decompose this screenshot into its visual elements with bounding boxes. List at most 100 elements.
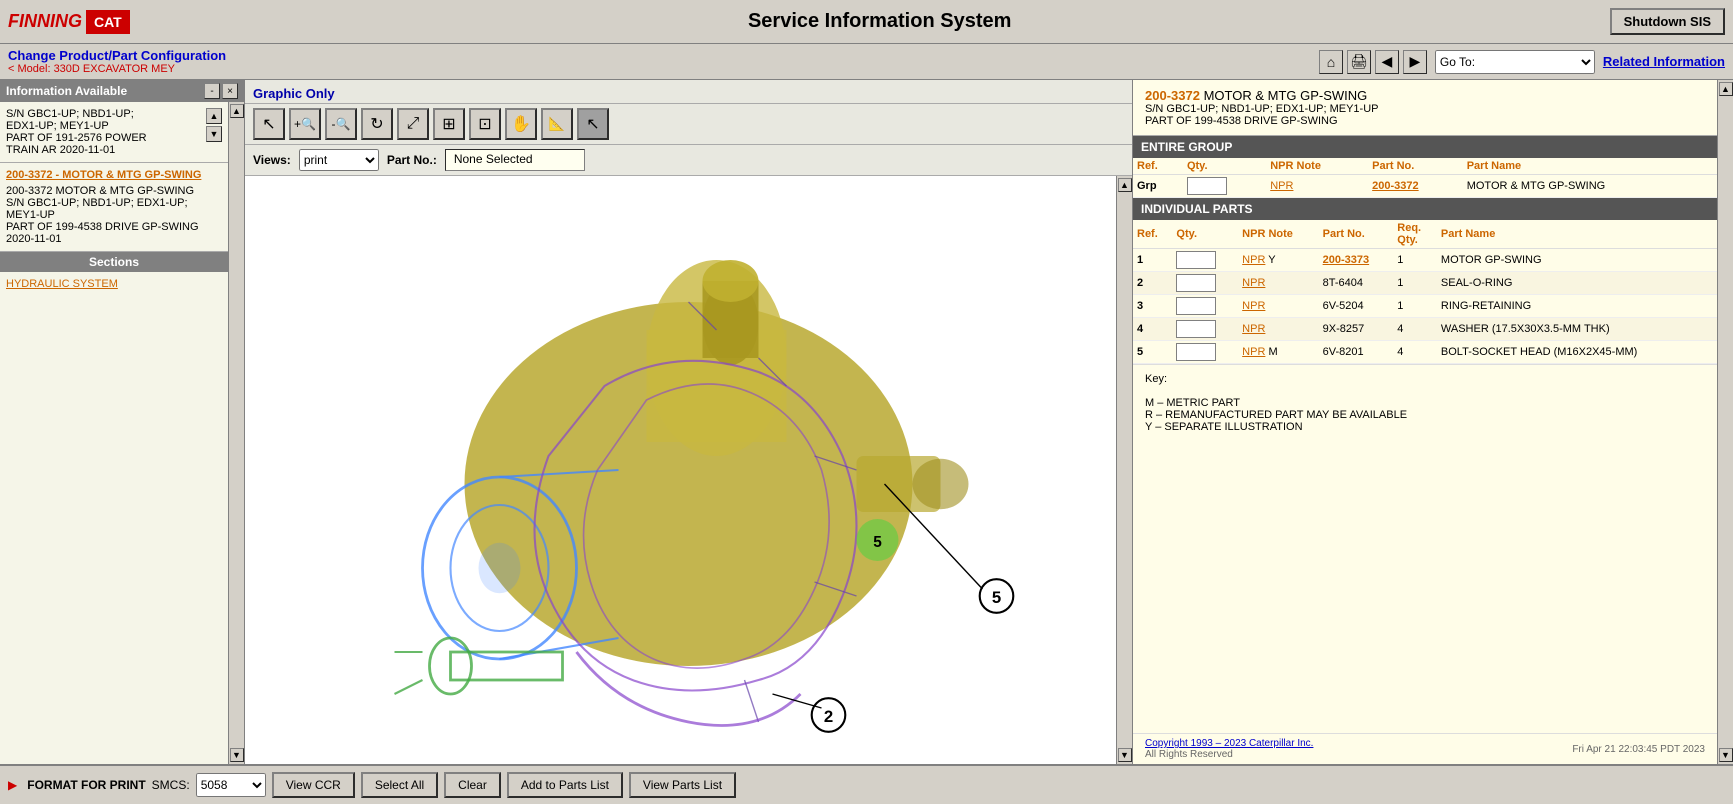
table-row: 3 NPR 6V-5204 1 RING-RETAINING — [1133, 295, 1717, 318]
entire-group-table: Ref. Qty. NPR Note Part No. Part Name Gr… — [1133, 158, 1717, 198]
breadcrumb-area: Change Product/Part Configuration < Mode… — [8, 48, 1311, 75]
clear-button[interactable]: Clear — [444, 772, 501, 798]
key-y: Y – SEPARATE ILLUSTRATION — [1145, 421, 1705, 433]
graphic-only-label: Graphic Only — [245, 80, 1132, 104]
shutdown-sis-button[interactable]: Shutdown SIS — [1610, 8, 1725, 35]
diagram-area[interactable]: 5 2 5 ▲ ▼ — [245, 176, 1132, 764]
close-button[interactable]: × — [222, 83, 238, 99]
table-row: 5 NPR M 6V-8201 4 BOLT-SOCKET HEAD (M16X… — [1133, 341, 1717, 364]
timestamp: Fri Apr 21 22:03:45 PDT 2023 — [1572, 744, 1705, 755]
col-ref: Ref. — [1133, 158, 1183, 175]
partno-label: Part No.: — [387, 153, 437, 167]
left-info-wrapper: S/N GBC1-UP; NBD1-UP; EDX1-UP; MEY1-UP P… — [0, 102, 244, 764]
home-icon-button[interactable]: ⌂ — [1319, 50, 1343, 74]
key-m: M – METRIC PART — [1145, 397, 1705, 409]
partname-cell: BOLT-SOCKET HEAD (M16X2X45-MM) — [1437, 341, 1717, 364]
col-ref: Ref. — [1133, 220, 1172, 249]
ref-cell: 2 — [1133, 272, 1172, 295]
npr-link[interactable]: NPR — [1242, 277, 1265, 289]
right-scroll-down-arrow[interactable]: ▼ — [1719, 748, 1733, 762]
partno-cell: 6V-5204 — [1319, 295, 1394, 318]
copyright-link[interactable]: Copyright 1993 – 2023 Caterpillar Inc. — [1145, 738, 1313, 749]
smcs-select[interactable]: 5058 — [196, 773, 266, 797]
req-qty-cell: 1 — [1393, 249, 1437, 272]
top-info-section: S/N GBC1-UP; NBD1-UP; EDX1-UP; MEY1-UP P… — [0, 102, 228, 163]
related-information-link[interactable]: Related Information — [1603, 54, 1725, 69]
next-button[interactable]: ▶ — [1403, 50, 1427, 74]
grid-button[interactable]: ⊞ — [433, 108, 465, 140]
info-link[interactable]: 200-3372 - MOTOR & MTG GP-SWING — [6, 169, 222, 181]
npr-link[interactable]: NPR — [1270, 180, 1293, 192]
col-partno: Part No. — [1368, 158, 1463, 175]
select-tool-button[interactable]: ↖ — [253, 108, 285, 140]
cursor-button[interactable]: ↖ — [577, 108, 609, 140]
smcs-label: SMCS: — [152, 778, 190, 792]
right-header: 200-3372 MOTOR & MTG GP-SWING S/N GBC1-U… — [1133, 80, 1717, 136]
individual-parts-table: Ref. Qty. NPR Note Part No. Req.Qty. Par… — [1133, 220, 1717, 364]
center-scrollbar[interactable]: ▲ ▼ — [1116, 176, 1132, 764]
col-qty: Qty. — [1183, 158, 1266, 175]
views-row: Views: print Part No.: None Selected — [245, 145, 1132, 176]
rotate-button[interactable]: ↻ — [361, 108, 393, 140]
select-all-button[interactable]: Select All — [361, 772, 438, 798]
views-select[interactable]: print — [299, 149, 379, 171]
qty-input[interactable] — [1176, 297, 1216, 315]
zoom-out-button[interactable]: -🔍 — [325, 108, 357, 140]
npr-link[interactable]: NPR — [1242, 300, 1265, 312]
qty-input[interactable] — [1176, 251, 1216, 269]
add-to-parts-list-button[interactable]: Add to Parts List — [507, 772, 623, 798]
hand-button[interactable]: ✋ — [505, 108, 537, 140]
minimize-button[interactable]: - — [204, 83, 220, 99]
npr-link[interactable]: NPR — [1242, 323, 1265, 335]
table-row: 1 NPR Y 200-3373 1 MOTOR GP-SWING — [1133, 249, 1717, 272]
left-scroll-down-arrow[interactable]: ▼ — [230, 748, 244, 762]
center-scroll-up-arrow[interactable]: ▲ — [1118, 178, 1132, 192]
qty-input[interactable] — [1176, 320, 1216, 338]
fit-button[interactable]: ⤢ — [397, 108, 429, 140]
npr-link[interactable]: NPR — [1242, 254, 1265, 266]
goto-select[interactable]: Go To: — [1435, 50, 1595, 74]
partno-cell: 6V-8201 — [1319, 341, 1394, 364]
npr-cell: NPR — [1238, 272, 1318, 295]
print-icon-button[interactable]: 🖨 — [1347, 50, 1371, 74]
partno-link[interactable]: 200-3373 — [1323, 254, 1370, 266]
scroll-down-button[interactable]: ▼ — [206, 126, 222, 142]
hydraulic-system-link[interactable]: HYDRAULIC SYSTEM — [0, 272, 228, 296]
left-content-area: S/N GBC1-UP; NBD1-UP; EDX1-UP; MEY1-UP P… — [0, 102, 228, 764]
entire-group-header-row: Ref. Qty. NPR Note Part No. Part Name — [1133, 158, 1717, 175]
center-scroll-down-arrow[interactable]: ▼ — [1118, 748, 1132, 762]
qty-input[interactable] — [1176, 343, 1216, 361]
svg-text:5: 5 — [992, 588, 1001, 607]
individual-parts-section: INDIVIDUAL PARTS Ref. Qty. NPR Note Part… — [1133, 198, 1717, 364]
view-parts-list-button[interactable]: View Parts List — [629, 772, 736, 798]
qty-cell — [1183, 175, 1266, 198]
right-scroll-up-arrow[interactable]: ▲ — [1719, 82, 1733, 96]
expand-button[interactable]: ⊡ — [469, 108, 501, 140]
scroll-up-button[interactable]: ▲ — [206, 108, 222, 124]
part-title-line1: 200-3372 MOTOR & MTG GP-SWING — [1145, 88, 1705, 103]
left-scroll-up-arrow[interactable]: ▲ — [230, 104, 244, 118]
entire-group-section: ENTIRE GROUP Ref. Qty. NPR Note Part No.… — [1133, 136, 1717, 198]
npr-cell: NPR — [1238, 318, 1318, 341]
prev-button[interactable]: ◀ — [1375, 50, 1399, 74]
key-label: Key: — [1145, 373, 1705, 385]
partname-cell: MOTOR GP-SWING — [1437, 249, 1717, 272]
model-label: < Model: 330D EXCAVATOR MEY — [8, 63, 1311, 75]
qty-input[interactable] — [1187, 177, 1227, 195]
left-panel: Information Available - × S/N GBC1-UP; N… — [0, 80, 245, 764]
zoom-in-button[interactable]: +🔍 — [289, 108, 321, 140]
measure-button[interactable]: 📐 — [541, 108, 573, 140]
logo-area: FINNING CAT — [8, 10, 130, 34]
qty-input[interactable] — [1176, 274, 1216, 292]
partno-cell: 8T-6404 — [1319, 272, 1394, 295]
partno-value: None Selected — [445, 149, 585, 171]
right-scrollbar[interactable]: ▲ ▼ — [1717, 80, 1733, 764]
ref-cell: 5 — [1133, 341, 1172, 364]
key-r: R – REMANUFACTURED PART MAY BE AVAILABLE — [1145, 409, 1705, 421]
individual-header-row: Ref. Qty. NPR Note Part No. Req.Qty. Par… — [1133, 220, 1717, 249]
left-scrollbar[interactable]: ▲ ▼ — [228, 102, 244, 764]
partno-link[interactable]: 200-3372 — [1372, 180, 1419, 192]
npr-link[interactable]: NPR — [1242, 346, 1265, 358]
view-ccr-button[interactable]: View CCR — [272, 772, 355, 798]
toolbar-row: ↖ +🔍 -🔍 ↻ ⤢ ⊞ ⊡ ✋ 📐 ↖ — [245, 104, 1132, 145]
